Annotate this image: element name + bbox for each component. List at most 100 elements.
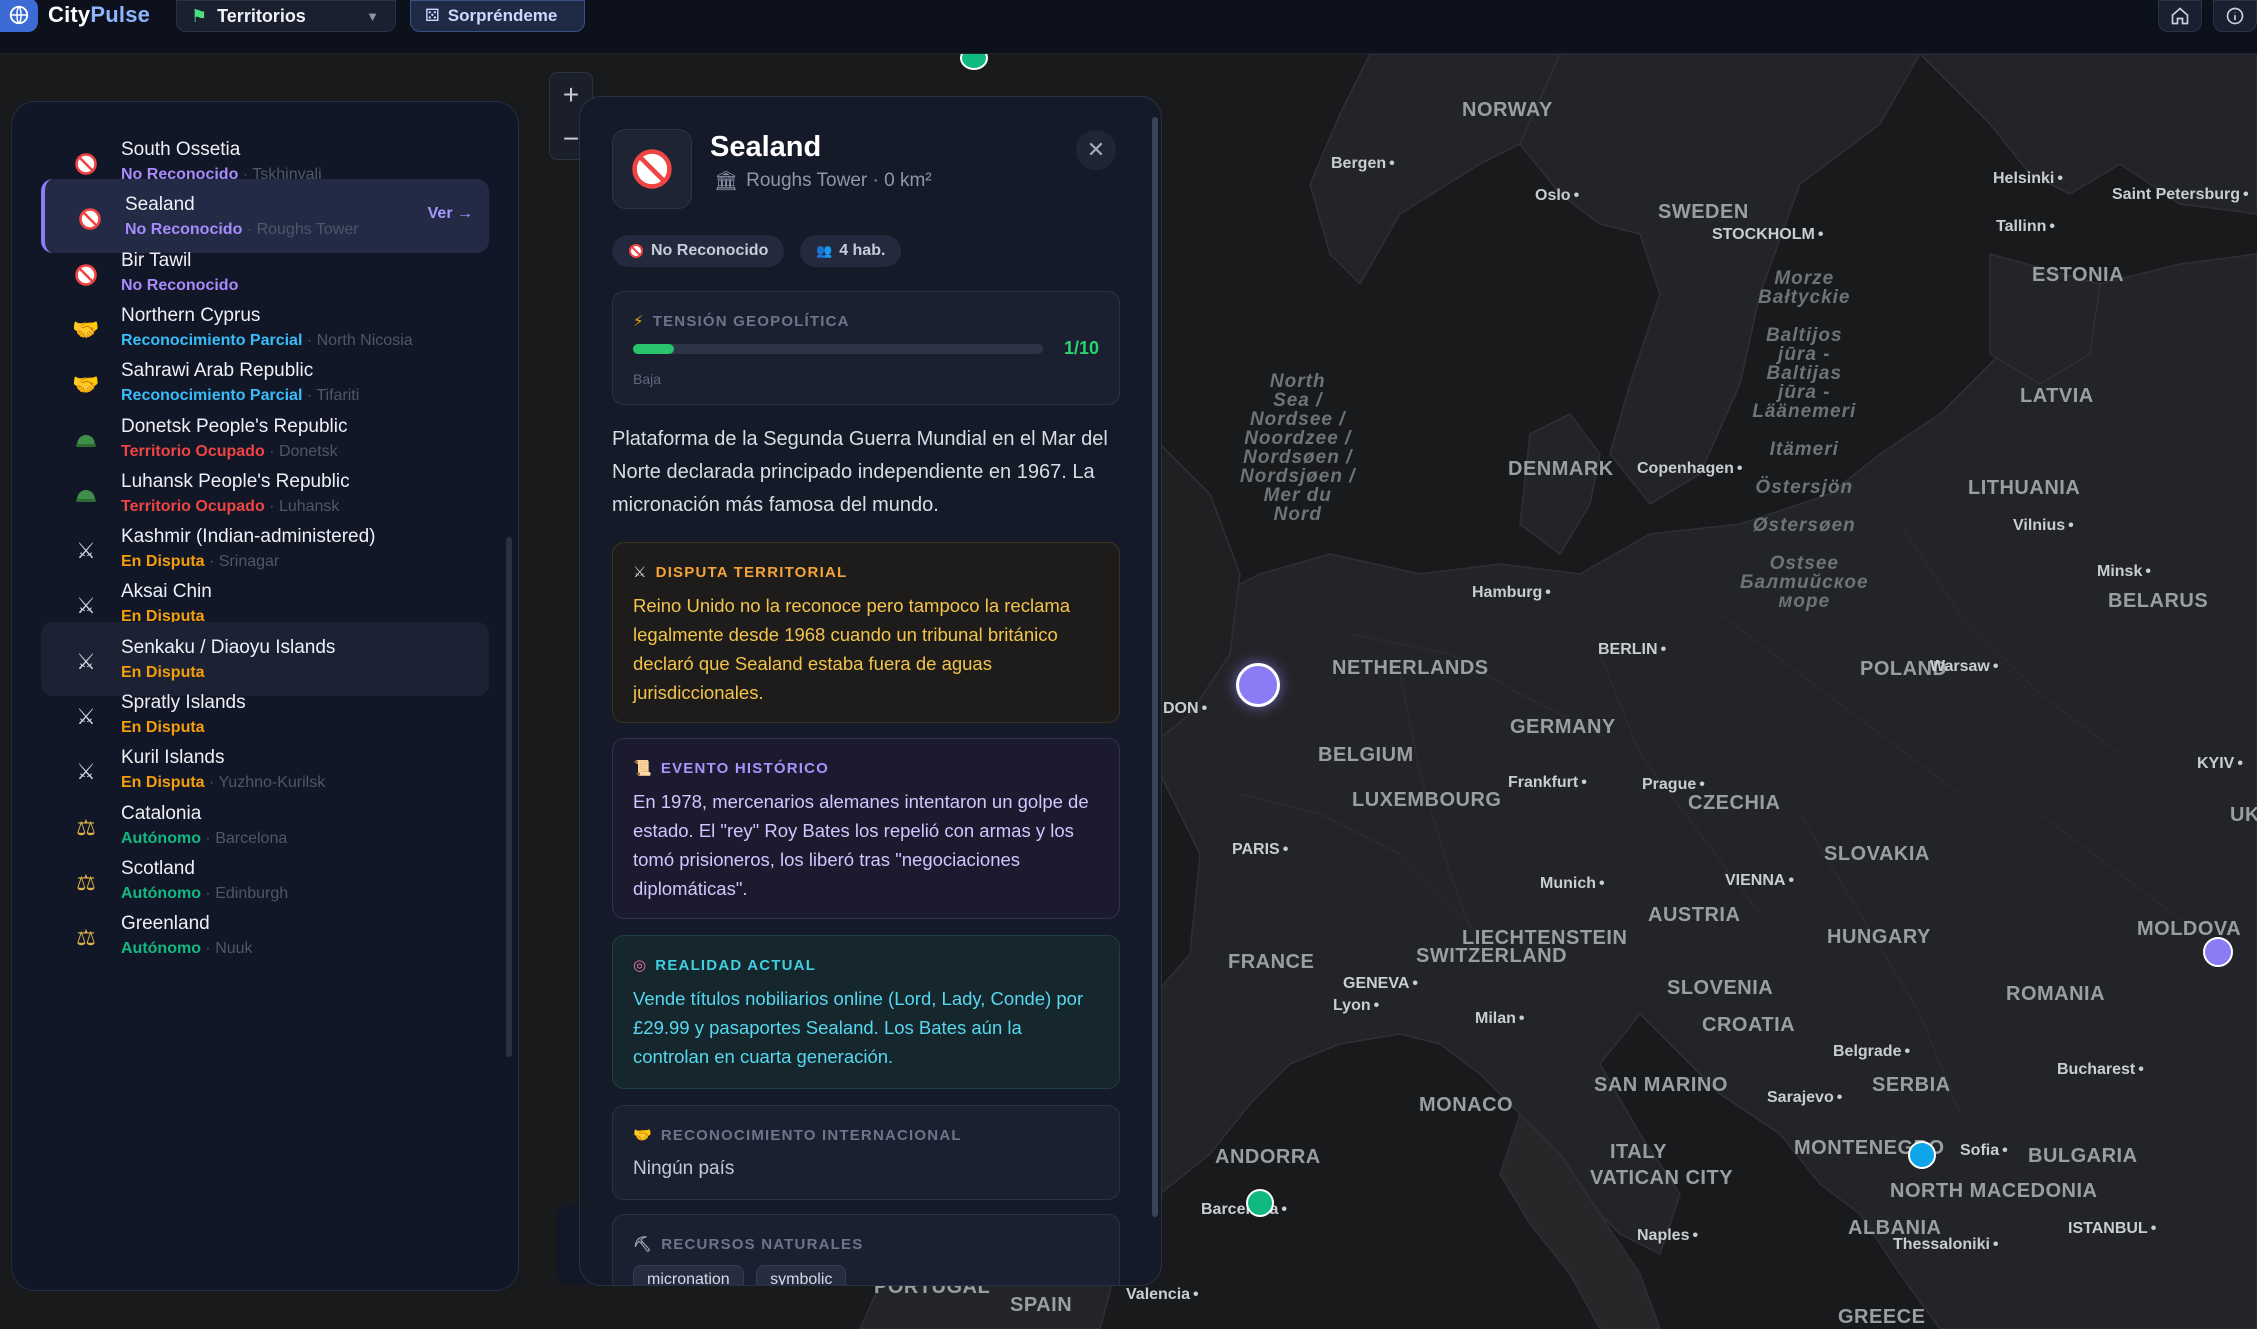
target-icon: ◎ [633, 957, 648, 974]
military-helmet-icon [73, 428, 99, 454]
territory-marker[interactable] [1246, 1189, 1274, 1217]
map-city-label: Hamburg [1472, 584, 1551, 602]
sidebar-item[interactable]: ⚖ Greenland Autónomo · Nuuk [41, 898, 489, 972]
tension-bar-fill [633, 344, 674, 354]
sidebar-item-name: Kuril Islands [121, 747, 225, 769]
sidebar-scrollbar[interactable] [506, 537, 512, 1057]
prohibited-icon [612, 129, 692, 209]
map-country-label: SLOVENIA [1667, 977, 1774, 999]
handshake-icon: 🤝 [633, 1127, 653, 1144]
prohibited-icon [73, 151, 99, 177]
territory-marker[interactable] [1908, 1141, 1936, 1169]
handshake-icon: 🤝 [72, 316, 100, 342]
map-country-label: ESTONIA [2032, 264, 2125, 286]
sidebar-item-name: South Ossetia [121, 139, 241, 160]
people-icon: 👥 [816, 243, 833, 258]
sidebar-item-name: Catalonia [121, 802, 202, 824]
historic-event-card: 📜 EVENTO HISTÓRICO En 1978, mercenarios a… [612, 738, 1120, 919]
territory-marker-selected[interactable] [1236, 663, 1280, 707]
map-country-label: LUXEMBOURG [1352, 789, 1502, 811]
map-city-label: Munich [1540, 875, 1605, 893]
map-city-label: KYIV [2197, 755, 2243, 773]
map-country-label: DENMARK [1508, 458, 1614, 480]
map-country-label: ITALY [1610, 1141, 1667, 1163]
baltic-sea-label: Morze Bałtyckie Baltijos jūra - Baltijas jūra… [1740, 268, 1869, 612]
sidebar-item-name: Sahrawi Arab Republic [121, 360, 314, 382]
map-city-label: Copenhagen [1637, 460, 1743, 478]
population-chip: 👥 4 hab. [800, 235, 902, 267]
tension-card: ⚡ TENSIÓN GEOPOLÍTICA 1/10 Baja [612, 291, 1120, 405]
recognition-text: Ningún país [633, 1158, 735, 1179]
scales-icon: ⚖ [76, 925, 96, 951]
military-helmet-icon [73, 483, 99, 509]
dispute-text: Reino Unido no la reconoce pero tampoco … [633, 595, 1071, 703]
detail-title: Sealand [710, 131, 822, 163]
scales-icon: ⚖ [76, 814, 96, 840]
map-city-label: Tallinn [1996, 218, 2055, 236]
map-country-label: BULGARIA [2028, 1145, 2138, 1167]
map-city-label: BERLIN [1598, 641, 1666, 659]
globe-icon [0, 0, 38, 32]
view-link[interactable]: Ver → [428, 205, 473, 223]
app-name: CityPulse [48, 2, 151, 27]
map-city-label: Saint Petersburg [2112, 186, 2249, 204]
map-city-label: STOCKHOLM [1712, 226, 1823, 244]
crossed-swords-icon: ⚔ [76, 704, 96, 729]
map-country-label: UK [2230, 804, 2257, 826]
info-button[interactable] [2213, 0, 2257, 32]
map-country-label: SWEDEN [1658, 201, 1749, 223]
detail-subtitle: 🏛 Roughs Tower · 0 km² [714, 170, 932, 192]
tension-value: 1/10 [1063, 338, 1099, 358]
map-country-label: NORTH MACEDONIA [1890, 1180, 2098, 1202]
capital-building-icon: 🏛 [714, 171, 739, 192]
surprise-label: Sorpréndeme [447, 6, 558, 25]
recognition-heading: 🤝 RECONOCIMIENTO INTERNACIONAL [633, 1126, 962, 1145]
flag-icon: ⚑ [191, 5, 208, 26]
map-city-label: PARIS [1232, 841, 1288, 859]
resource-tag: symbolic [756, 1265, 847, 1285]
resources-heading: ⛏ RECURSOS NATURALES [633, 1235, 864, 1254]
map-country-label: NORWAY [1462, 99, 1553, 121]
scales-icon: ⚖ [76, 869, 96, 895]
app-logo[interactable]: CityPulse [0, 0, 151, 32]
territory-marker[interactable] [2203, 937, 2233, 967]
scroll-icon: 📜 [633, 760, 653, 777]
map-country-label: SPAIN [1010, 1294, 1073, 1316]
map-city-label: Valencia [1126, 1286, 1199, 1304]
crossed-swords-icon: ⚔ [76, 648, 96, 674]
map-country-label: BELGIUM [1318, 744, 1414, 766]
map-city-label: VIENNA [1725, 872, 1794, 890]
event-text: En 1978, mercenarios alemanes intentaron… [633, 791, 1089, 899]
map-country-label: NETHERLANDS [1332, 657, 1489, 679]
map-city-label: Oslo [1535, 187, 1579, 205]
map-country-label: GERMANY [1510, 716, 1616, 738]
top-bar: CityPulse ⚑ Territorios ▼ ⚄ Sorpréndeme [0, 0, 2257, 54]
close-icon: ✕ [1086, 137, 1106, 162]
tension-level: Baja [633, 371, 662, 387]
map-country-label: SAN MARINO [1594, 1074, 1728, 1096]
map-country-label: LITHUANIA [1968, 477, 2081, 499]
map-city-label: Thessaloniki [1893, 1236, 1999, 1254]
territories-dropdown[interactable]: ⚑ Territorios ▼ [176, 0, 396, 32]
sidebar-item-name: Luhansk People's Republic [121, 470, 350, 492]
map-city-label: ISTANBUL [2068, 1220, 2156, 1238]
home-button[interactable] [2158, 0, 2202, 32]
panel-scrollbar[interactable] [1152, 117, 1158, 1217]
dice-icon: ⚄ [425, 6, 440, 25]
sidebar-item-name: Greenland [121, 913, 210, 935]
map-country-label: MONACO [1419, 1094, 1514, 1116]
map-country-label: VATICAN CITY [1590, 1167, 1734, 1189]
map-city-label: Warsaw [1930, 658, 1998, 676]
close-button[interactable]: ✕ [1076, 130, 1116, 170]
sidebar-item-name: Sealand [125, 194, 195, 216]
territory-list-sidebar: South Ossetia No Reconocido · Tskhinvali S… [11, 101, 519, 1291]
surprise-button[interactable]: ⚄ Sorpréndeme [410, 0, 585, 32]
lightning-icon: ⚡ [633, 313, 645, 330]
info-icon [2226, 7, 2244, 25]
map-country-label: FRANCE [1228, 951, 1315, 973]
map-country-label: GREECE [1838, 1306, 1926, 1328]
territory-detail-panel: Sealand 🏛 Roughs Tower · 0 km² ✕ No Reco… [579, 96, 1162, 1286]
sidebar-item-name: Scotland [121, 857, 195, 879]
map-city-label: Frankfurt [1508, 774, 1587, 792]
event-heading: 📜 EVENTO HISTÓRICO [633, 759, 829, 778]
